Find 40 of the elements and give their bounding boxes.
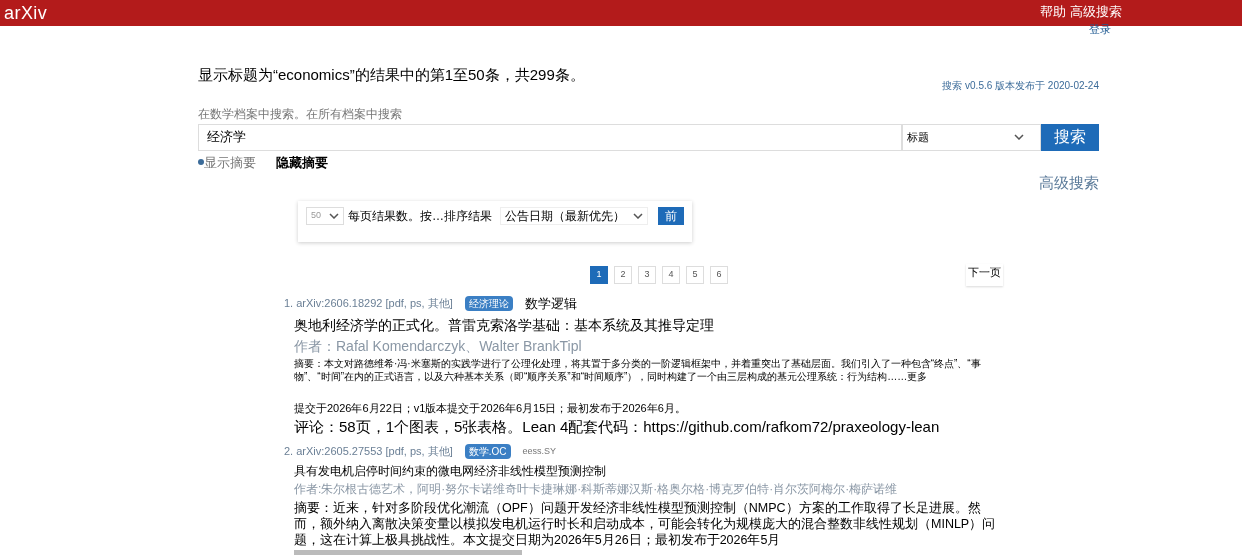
category-label: 数学逻辑: [524, 294, 577, 313]
page-link[interactable]: 2: [614, 265, 632, 284]
abstract-radio[interactable]: 隐藏摘要: [276, 152, 328, 172]
version-note: 搜索 v0.5.6 版本发布于 2020-02-24: [942, 78, 1099, 93]
page-link[interactable]: 1: [590, 265, 608, 284]
author-list: 作者：Rafal Komendarczyk、Walter BrankTipl: [294, 335, 1002, 357]
author-list: 作者:朱尔根古德艺术，阿明·努尔卡诺维奇叶卡捷琳娜·科斯蒂娜汉斯·格奥尔格·博克罗伯特·肖尔茨阿梅尔·梅萨诺维: [294, 479, 1002, 498]
category-tag: 数学.OC: [464, 444, 511, 459]
abstract-text: 摘要：近来，针对多阶段优化潮流（OPF）问题开发经济非线性模型预测控制（NMPC）方案的工作取得了长足进展。然而，额外纳入离散决策变量以模拟发电机运行时长和启动成本，可能会转化为规模庞大的混合整数非线性规划（MINLP）问题，这在计算上极具挑战性。本文提交日期为2026年5月26日；最初发布于2026年5月: [294, 499, 997, 548]
header-link[interactable]: 高级搜索: [1070, 5, 1122, 18]
arxiv-id-link[interactable]: 2. arXiv:2605.27553 [pdf, ps, 其他]: [284, 443, 453, 460]
arxiv-logo[interactable]: arXiv: [4, 4, 48, 22]
results-heading: 显示标题为“economics”的结果中的第1至50条，共299条。: [198, 65, 585, 85]
category-tag: eess.SY: [522, 444, 557, 459]
page-link[interactable]: 6: [710, 265, 728, 284]
chevron-down-icon: [329, 212, 339, 219]
page-link[interactable]: 4: [662, 265, 680, 284]
category-tag: 经济理论: [464, 296, 513, 311]
sort-order-select[interactable]: 公告日期（最新优先）: [500, 206, 648, 225]
go-button[interactable]: 前: [658, 206, 684, 225]
search-field[interactable]: 经济学: [198, 123, 902, 151]
chevron-down-icon: [1014, 134, 1024, 140]
paper-title[interactable]: 奥地利经济学的正式化。普雷克索洛学基础：基本系统及其推导定理: [294, 314, 1002, 336]
submission-dates: 提交于2026年6月22日；v1版本提交于2026年6月15日；最初发布于2026年6月。: [294, 400, 687, 416]
login-link[interactable]: 登录: [1089, 24, 1111, 35]
page-link[interactable]: 5: [686, 265, 704, 284]
arxiv-id-link[interactable]: 1. arXiv:2606.18292 [pdf, ps, 其他]: [284, 295, 453, 312]
page-link[interactable]: 3: [638, 265, 656, 284]
paper-title[interactable]: 具有发电机启停时间约束的微电网经济非线性模型预测控制: [294, 461, 1002, 480]
page-size-label: 每页结果数。按…排序结果: [348, 207, 492, 225]
chevron-down-icon: [633, 212, 643, 219]
advanced-search-link[interactable]: 高级搜索: [1039, 172, 1099, 195]
abstract-text: 摘要：本文对路德维希·冯·米塞斯的实践学进行了公理化处理，将其置于多分类的一阶逻辑框架中，并着重突出了基础层面。我们引入了一种包含“终点”、“事物”、“时间”在内的正式语言，以及六种基本关系（即“顺序关系”和“时间顺序”），同时构建了一个由三层构成的基元公理系统：行为结构……更多: [294, 356, 982, 383]
abstract-radio[interactable]: 显示摘要: [198, 152, 256, 172]
search-button[interactable]: 搜索: [1041, 123, 1099, 151]
comments-text: 评论：58页，1个图表，5张表格。Lean 4配套代码：https://github.com/rafkom72/praxeology-lean: [294, 417, 941, 437]
header-link[interactable]: 帮助: [1040, 5, 1066, 18]
search-scope-text: 在数学档案中搜索。在所有档案中搜索: [198, 105, 403, 123]
next-page-link[interactable]: 下一页: [966, 263, 1003, 286]
field-select[interactable]: 标题: [902, 123, 1041, 151]
